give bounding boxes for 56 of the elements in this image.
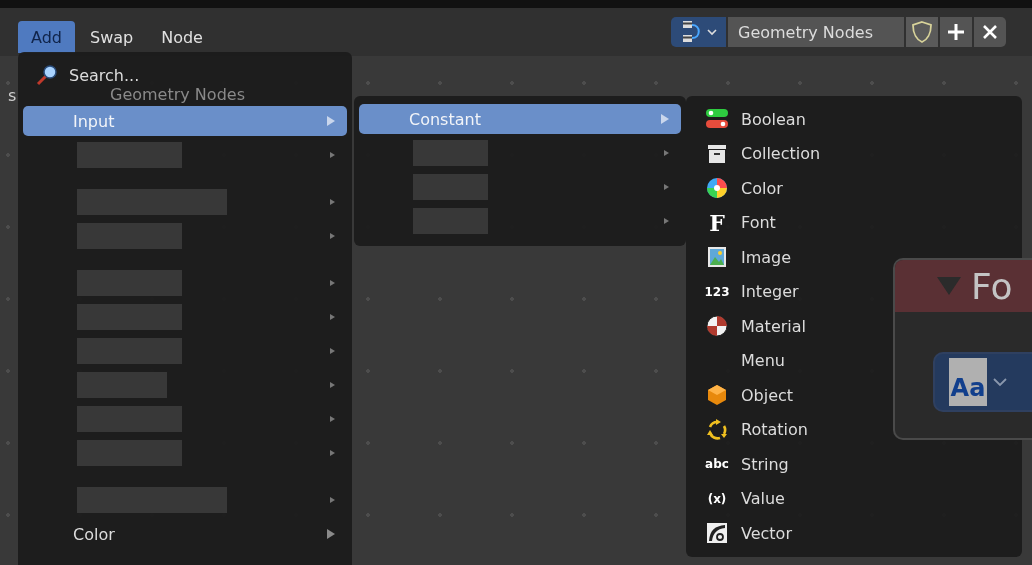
submenu-arrow-icon <box>664 150 669 156</box>
material-ball-icon <box>705 314 729 339</box>
submenu-arrow-icon <box>330 348 335 354</box>
cube-icon <box>705 383 729 408</box>
submenu-arrow-icon <box>330 233 335 239</box>
menu-item[interactable]: Vector <box>691 516 802 551</box>
shield-icon <box>911 20 933 44</box>
rotation-arrows-icon <box>705 417 729 442</box>
breadcrumb-text: Geometry Nodes <box>110 85 245 104</box>
variable-glyph-icon: (x) <box>707 491 727 506</box>
node-tree-type-button[interactable] <box>671 17 726 47</box>
menu-item[interactable]: Color <box>691 171 793 206</box>
submenu-arrow-icon <box>330 280 335 286</box>
font-file-icon: Aa <box>949 358 987 406</box>
menu-item[interactable]: (x) Value <box>691 481 795 516</box>
menu-item[interactable]: Menu <box>691 343 795 378</box>
submenu-arrow-icon <box>330 382 335 388</box>
submenu-arrow-icon <box>330 314 335 320</box>
menu-item[interactable]: Add <box>18 21 75 53</box>
submenu-arrow-icon <box>330 152 335 158</box>
submenu-arrow-icon <box>664 218 669 224</box>
menu-item[interactable]: Node <box>148 21 216 53</box>
color-wheel-icon <box>705 176 729 201</box>
menu-item[interactable]: Material <box>691 309 816 344</box>
menu-item[interactable]: Rotation <box>691 412 818 447</box>
submenu-arrow-icon <box>664 184 669 190</box>
submenu-arrow-icon <box>330 199 335 205</box>
menu-item[interactable]: 123 Integer <box>691 274 809 309</box>
submenu-arrow-icon <box>330 497 335 503</box>
close-icon <box>982 24 998 40</box>
menu-item[interactable]: Color <box>23 519 347 549</box>
chevron-down-icon <box>706 28 717 36</box>
breadcrumb-text: s <box>8 86 17 105</box>
node-tree-name-field[interactable]: Geometry Nodes <box>728 17 904 47</box>
new-button[interactable] <box>940 17 972 47</box>
font-glyph-icon: F <box>709 209 725 236</box>
menu-item[interactable]: Boolean <box>691 102 816 137</box>
menu-item[interactable]: Image <box>691 240 802 275</box>
add-icon <box>947 23 965 41</box>
search-icon <box>35 63 59 87</box>
number-glyph-icon: 123 <box>704 284 730 299</box>
vector-icon <box>705 521 729 546</box>
menu-item[interactable]: Collection <box>691 136 831 171</box>
menu-item[interactable]: abc String <box>691 447 799 482</box>
chevron-down-icon <box>993 377 1007 387</box>
menu-item[interactable]: Swap <box>77 21 147 53</box>
picture-icon <box>705 245 729 270</box>
font-selector[interactable]: Aa <box>933 352 1032 412</box>
menu-item[interactable]: Object <box>691 378 804 413</box>
text-glyph-icon: abc <box>705 457 729 472</box>
menu-item[interactable]: F Font <box>691 205 786 240</box>
submenu-arrow-icon <box>330 416 335 422</box>
submenu-arrow-icon <box>330 450 335 456</box>
node-title: Fo <box>971 265 1013 307</box>
close-button[interactable] <box>974 17 1006 47</box>
fake-user-button[interactable] <box>906 17 938 47</box>
